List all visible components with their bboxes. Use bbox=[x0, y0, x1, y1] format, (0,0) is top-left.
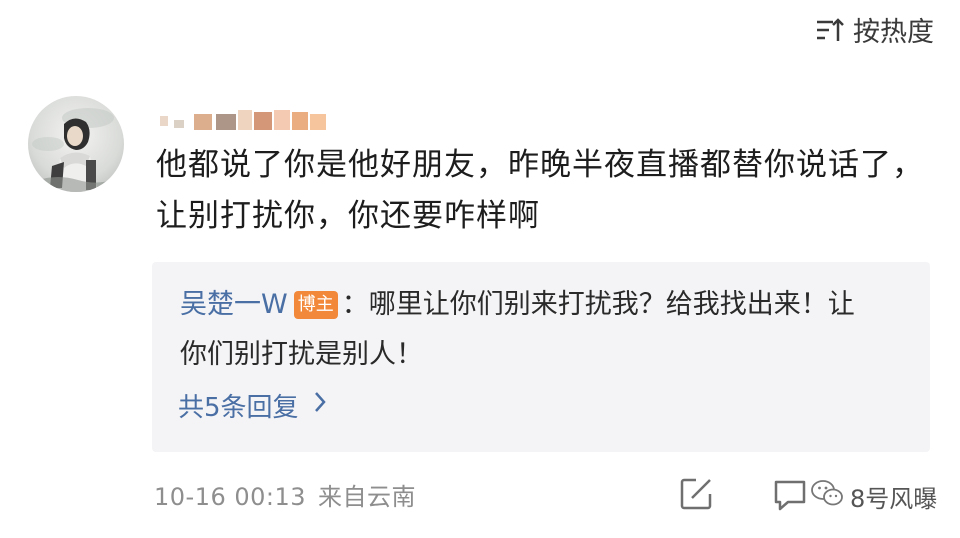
blogger-reply: 吴楚一W 博主 ：哪里让你们别来打扰我？给我找出来！让你们别打扰是别人！ bbox=[180, 280, 880, 380]
reply-author-link[interactable]: 吴楚一W bbox=[180, 289, 288, 320]
avatar[interactable] bbox=[28, 96, 124, 192]
comment-meta: 10-16 00:13 来自云南 bbox=[154, 477, 416, 512]
comment-screen: 按热度 他都说了你是他好朋友，昨晚半夜直播都替你说话了，让别打扰你，你还要咋样啊… bbox=[0, 0, 960, 538]
sort-icon bbox=[815, 16, 845, 44]
watermark: 8号风曝 bbox=[810, 478, 937, 514]
sort-by-heat-button[interactable]: 按热度 bbox=[815, 10, 934, 49]
blogger-badge: 博主 bbox=[293, 291, 338, 319]
comment-text: 他都说了你是他好朋友，昨晚半夜直播都替你说话了，让别打扰你，你还要咋样啊 bbox=[156, 147, 924, 234]
watermark-label: 8号风曝 bbox=[850, 484, 938, 513]
sort-label: 按热度 bbox=[853, 17, 934, 48]
chevron-right-icon bbox=[313, 390, 327, 421]
reply-count-label: 共5条回复 bbox=[178, 393, 299, 423]
username-redacted bbox=[160, 100, 330, 134]
view-replies-link[interactable]: 共5条回复 bbox=[178, 387, 327, 424]
comment-location: 来自云南 bbox=[318, 483, 417, 511]
avatar-illustration bbox=[32, 108, 118, 192]
comment-icon[interactable] bbox=[772, 478, 808, 516]
wechat-icon bbox=[810, 478, 844, 514]
edit-icon[interactable] bbox=[678, 476, 714, 516]
reply-box[interactable]: 吴楚一W 博主 ：哪里让你们别来打扰我？给我找出来！让你们别打扰是别人！ 共5条回复 bbox=[152, 262, 930, 452]
comment-time: 10-16 00:13 bbox=[154, 483, 307, 511]
